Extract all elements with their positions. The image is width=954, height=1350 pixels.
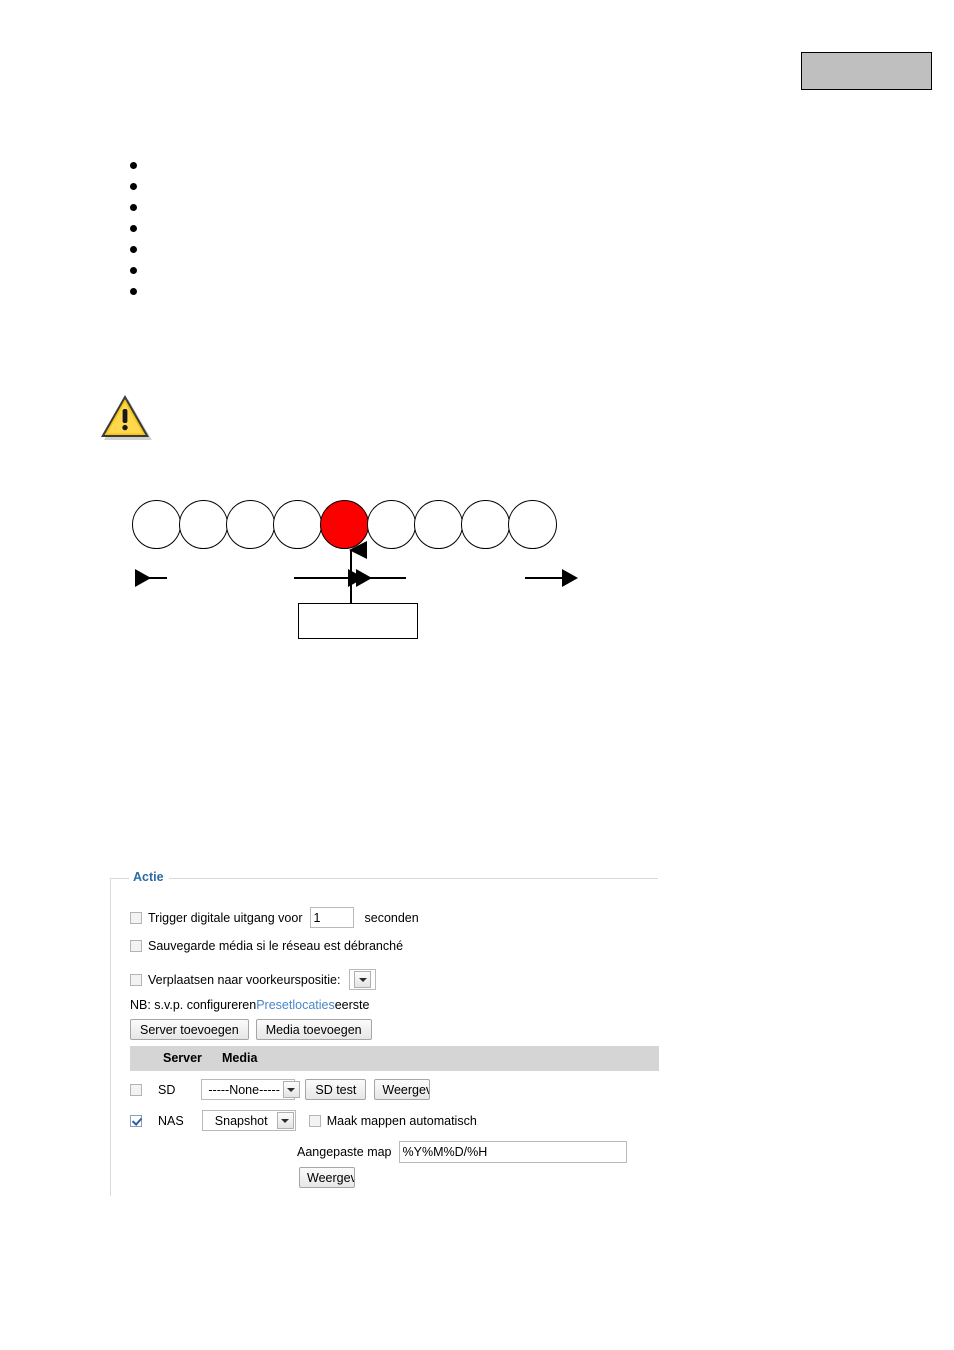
add-server-button[interactable]: Server toevoegen <box>130 1019 249 1040</box>
trigger-output-row: Trigger digitale uitgang voor seconden <box>130 907 419 928</box>
callout-box <box>298 603 418 639</box>
list-item <box>125 176 745 197</box>
trigger-output-checkbox[interactable] <box>130 911 142 924</box>
preset-position-select[interactable] <box>349 969 377 990</box>
table-row: SD -----None----- SD test Weergev <box>130 1079 431 1100</box>
bullet-list <box>125 155 745 302</box>
nas-media-select-value: Snapshot <box>214 1113 268 1128</box>
column-header-media: Media <box>222 1051 258 1065</box>
add-buttons-row: Server toevoegen Media toevoegen <box>130 1019 372 1040</box>
list-item <box>125 239 745 260</box>
warning-triangle-icon <box>98 392 154 444</box>
column-header-server: Server <box>163 1051 202 1065</box>
custom-folder-label: Aangepaste map <box>297 1145 392 1159</box>
sd-row-server-label: SD <box>158 1082 176 1097</box>
nas-view-row: Weergev <box>299 1167 355 1188</box>
preset-note-suffix: eerste <box>334 998 370 1012</box>
add-media-button[interactable]: Media toevoegen <box>255 1019 372 1040</box>
move-preset-row: Verplaatsen naar voorkeurspositie: <box>130 969 377 990</box>
chevron-down-icon <box>354 971 372 988</box>
action-fieldset: Actie Trigger digitale uitgang voor seco… <box>110 870 659 1196</box>
nas-row-checkbox[interactable] <box>130 1114 142 1127</box>
custom-folder-input[interactable] <box>398 1141 627 1163</box>
auto-create-folders-label: Maak mappen automatisch <box>326 1113 477 1128</box>
chevron-down-icon <box>282 1081 300 1098</box>
server-media-table-header: Server Media <box>130 1046 659 1071</box>
list-item <box>125 197 745 218</box>
trigger-seconds-unit: seconden <box>364 910 419 925</box>
backup-media-label: Sauvegarde média si le réseau est débran… <box>148 939 404 953</box>
nas-view-button[interactable]: Weergev <box>299 1167 355 1188</box>
nas-row-server-label: NAS <box>158 1113 184 1128</box>
list-item <box>125 155 745 176</box>
trigger-seconds-input[interactable] <box>309 907 354 928</box>
auto-create-folders-checkbox[interactable] <box>308 1114 321 1127</box>
preset-note-prefix: NB: s.v.p. configureren <box>130 998 257 1012</box>
sd-row-checkbox[interactable] <box>130 1083 142 1096</box>
custom-folder-row: Aangepaste map <box>297 1141 627 1163</box>
circles-diagram <box>120 480 590 650</box>
list-item <box>125 218 745 239</box>
chevron-down-icon <box>276 1112 294 1129</box>
sd-media-select[interactable]: -----None----- <box>201 1079 300 1100</box>
list-item <box>125 260 745 281</box>
move-preset-label: Verplaatsen naar voorkeurspositie: <box>148 972 341 987</box>
table-row: NAS Snapshot Maak mappen automatisch <box>130 1110 477 1131</box>
presetlocations-link[interactable]: Presetlocaties <box>256 998 335 1012</box>
nas-media-select[interactable]: Snapshot <box>201 1110 296 1131</box>
preset-note: NB: s.v.p. configureren Presetlocaties e… <box>130 998 369 1012</box>
trigger-output-label: Trigger digitale uitgang voor <box>148 910 303 925</box>
backup-media-row: Sauvegarde média si le réseau est débran… <box>130 939 403 953</box>
sd-view-button[interactable]: Weergev <box>374 1079 431 1100</box>
sd-test-button[interactable]: SD test <box>305 1079 367 1100</box>
move-preset-checkbox[interactable] <box>130 973 142 986</box>
backup-media-checkbox[interactable] <box>130 940 142 952</box>
list-item <box>125 281 745 302</box>
sd-media-select-value: -----None----- <box>208 1082 280 1097</box>
header-placeholder-box <box>801 52 932 90</box>
